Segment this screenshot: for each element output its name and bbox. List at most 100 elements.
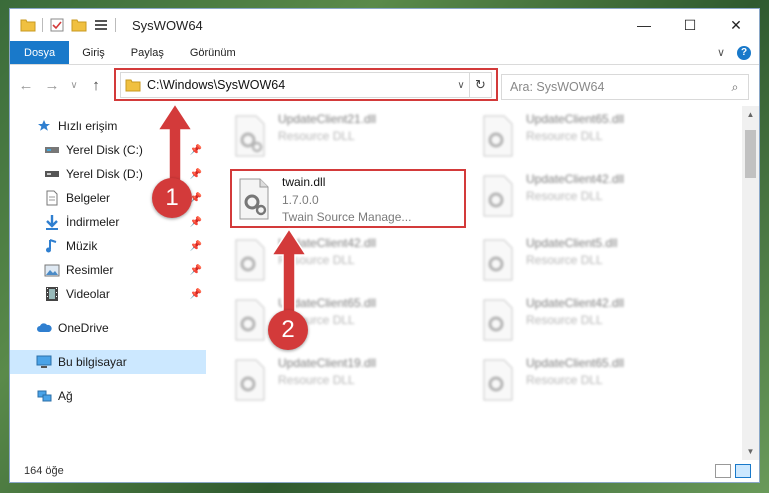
- new-folder-icon[interactable]: [71, 17, 87, 33]
- sidebar-label: Yerel Disk (C:): [66, 143, 143, 157]
- sidebar-item-pictures[interactable]: Resimler 📌: [10, 258, 206, 282]
- sidebar-label: Resimler: [66, 263, 114, 277]
- step-badge-2: 2: [268, 310, 308, 350]
- recent-locations-button[interactable]: ∨: [68, 75, 80, 95]
- sidebar-item-videos[interactable]: Videolar 📌: [10, 282, 206, 306]
- file-tile[interactable]: UpdateClient42.dll Resource DLL: [476, 294, 716, 350]
- close-button[interactable]: ✕: [713, 9, 759, 41]
- file-text: UpdateClient42.dll Resource DLL: [526, 170, 624, 203]
- sidebar-label: Müzik: [66, 239, 98, 253]
- dll-file-icon: [483, 175, 513, 217]
- tab-file[interactable]: Dosya: [10, 41, 70, 64]
- quick-access-toolbar: SysWOW64: [10, 17, 203, 33]
- sidebar-label: Ağ: [58, 389, 73, 403]
- documents-icon: [44, 190, 60, 206]
- sidebar-item-network[interactable]: Ağ: [10, 384, 206, 408]
- window-title: SysWOW64: [132, 17, 203, 33]
- file-description: Resource DLL: [526, 373, 603, 387]
- dll-file-icon: [483, 239, 513, 281]
- file-description: Resource DLL: [278, 129, 355, 143]
- ribbon-tabs: Dosya Giriş Paylaş Görünüm ∨ ?: [10, 41, 759, 65]
- scroll-down-icon[interactable]: ▼: [742, 443, 759, 460]
- search-placeholder: Ara: SysWOW64: [510, 80, 605, 94]
- file-text: UpdateClient65.dll Resource DLL: [526, 354, 624, 387]
- scroll-thumb[interactable]: [745, 130, 756, 178]
- pin-icon[interactable]: 📌: [190, 289, 202, 300]
- file-tile[interactable]: UpdateClient19.dll Resource DLL: [228, 354, 468, 410]
- tab-share[interactable]: Paylaş: [118, 41, 177, 64]
- file-description: Resource DLL: [526, 253, 603, 267]
- status-bar: 164 öğe: [10, 460, 759, 482]
- music-icon: [44, 238, 60, 254]
- file-name: UpdateClient65.dll: [526, 112, 625, 126]
- dll-file-icon: [235, 115, 265, 157]
- folder-icon[interactable]: [20, 17, 36, 33]
- file-description: Resource DLL: [526, 313, 603, 327]
- scroll-up-icon[interactable]: ▲: [742, 106, 759, 123]
- pin-icon[interactable]: 📌: [190, 241, 202, 252]
- file-description: Resource DLL: [278, 373, 355, 387]
- search-icon[interactable]: ⌕: [722, 80, 748, 95]
- file-tile[interactable]: UpdateClient21.dll Resource DLL: [228, 110, 468, 166]
- maximize-button[interactable]: ☐: [667, 9, 713, 41]
- up-button[interactable]: ↑: [86, 75, 106, 95]
- file-description: Resource DLL: [526, 189, 603, 203]
- file-name: UpdateClient42.dll: [526, 296, 625, 310]
- minimize-button[interactable]: —: [621, 9, 667, 41]
- file-tile[interactable]: UpdateClient65.dll Resource DLL: [476, 110, 716, 166]
- sidebar-label: Videolar: [66, 287, 110, 301]
- file-tile[interactable]: UpdateClient65.dll Resource DLL: [476, 354, 716, 410]
- tiles-view-icon[interactable]: [735, 464, 751, 478]
- search-input[interactable]: Ara: SysWOW64 ⌕: [501, 74, 749, 100]
- sidebar-label: Belgeler: [66, 191, 111, 205]
- toolbar-divider: [42, 18, 43, 32]
- pin-icon[interactable]: 📌: [190, 265, 202, 276]
- dll-file-icon: [235, 359, 265, 401]
- sidebar-item-onedrive[interactable]: OneDrive: [10, 316, 206, 340]
- twain-highlight-box: [230, 169, 466, 228]
- expand-ribbon-icon[interactable]: ∨: [717, 46, 725, 59]
- ribbon-right: ∨ ?: [717, 41, 759, 64]
- tab-home[interactable]: Giriş: [69, 41, 118, 64]
- file-name: UpdateClient21.dll: [278, 112, 377, 126]
- details-view-icon[interactable]: [715, 464, 731, 478]
- sidebar-item-this-pc[interactable]: Bu bilgisayar: [10, 350, 206, 374]
- step-badge-1: 1: [152, 178, 192, 218]
- sidebar-label: Bu bilgisayar: [58, 355, 127, 369]
- window-controls: — ☐ ✕: [621, 9, 759, 41]
- sidebar-label: Yerel Disk (D:): [66, 167, 143, 181]
- toolbar-divider: [115, 18, 116, 32]
- pin-icon[interactable]: 📌: [190, 217, 202, 228]
- vertical-scrollbar[interactable]: ▲ ▼: [742, 106, 759, 460]
- videos-icon: [44, 286, 60, 302]
- cloud-icon: [36, 320, 52, 336]
- dll-file-icon: [483, 299, 513, 341]
- file-text: UpdateClient19.dll Resource DLL: [278, 354, 376, 387]
- tab-view[interactable]: Görünüm: [177, 41, 249, 64]
- sidebar-label: OneDrive: [58, 321, 109, 335]
- file-name: UpdateClient5.dll: [526, 236, 618, 250]
- file-tile[interactable]: UpdateClient5.dll Resource DLL: [476, 234, 716, 290]
- address-bar[interactable]: C:\Windows\SysWOW64 ∨ ↻: [114, 68, 498, 101]
- back-button[interactable]: ←: [16, 75, 36, 95]
- properties-icon[interactable]: [49, 17, 65, 33]
- file-tile[interactable]: UpdateClient42.dll Resource DLL: [476, 170, 716, 226]
- item-count: 164 öğe: [24, 465, 64, 477]
- pictures-icon: [44, 262, 60, 278]
- downloads-icon: [44, 214, 60, 230]
- sidebar-item-music[interactable]: Müzik 📌: [10, 234, 206, 258]
- sidebar-label: Hızlı erişim: [58, 119, 118, 133]
- customize-toolbar-icon[interactable]: [93, 17, 109, 33]
- forward-button[interactable]: →: [42, 75, 62, 95]
- sidebar-label: İndirmeler: [66, 215, 120, 229]
- file-text: UpdateClient21.dll Resource DLL: [278, 110, 376, 143]
- file-description: Resource DLL: [526, 129, 603, 143]
- file-text: UpdateClient65.dll Resource DLL: [526, 110, 624, 143]
- help-icon[interactable]: ?: [737, 45, 751, 60]
- view-buttons: [715, 464, 759, 478]
- file-name: UpdateClient65.dll: [526, 356, 625, 370]
- file-text: UpdateClient5.dll Resource DLL: [526, 234, 617, 267]
- computer-icon: [36, 354, 52, 370]
- star-icon: [36, 118, 52, 134]
